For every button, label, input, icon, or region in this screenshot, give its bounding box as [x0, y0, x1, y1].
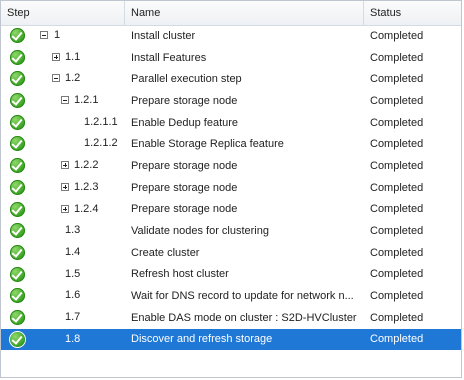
step-status: Completed: [370, 116, 424, 129]
step-name: Parallel execution step: [131, 73, 242, 86]
table-row[interactable]: 1.2.4 Prepare storage node Completed: [1, 199, 461, 221]
step-number: 1.2.4: [74, 202, 99, 215]
step-status: Completed: [370, 138, 424, 151]
collapse-icon[interactable]: [40, 31, 48, 39]
table-row[interactable]: 1.1 Install Features Completed: [1, 47, 461, 69]
step-status: Completed: [370, 333, 424, 346]
check-circle-icon: [10, 49, 25, 65]
table-row[interactable]: 1.2.1 Prepare storage node Completed: [1, 90, 461, 112]
table-row[interactable]: 1.2 Parallel execution step Completed: [1, 68, 461, 90]
table-row[interactable]: 1.2.2 Prepare storage node Completed: [1, 155, 461, 177]
check-circle-icon: [10, 288, 25, 304]
step-name: Prepare storage node: [131, 94, 238, 107]
table-row[interactable]: 1.7 Enable DAS mode on cluster : S2D-HVCl…: [1, 307, 461, 329]
step-number: 1.2.1.2: [84, 137, 118, 150]
check-circle-icon: [10, 331, 25, 347]
check-circle-icon: [10, 266, 25, 282]
step-name: Create cluster: [131, 246, 200, 259]
job-steps-grid: Step Name Status 1 Install cluster Complet…: [0, 0, 462, 378]
step-name: Wait for DNS record to update for networ…: [131, 290, 354, 303]
check-circle-icon: [10, 201, 25, 217]
collapse-icon[interactable]: [61, 96, 69, 105]
step-name: Enable Storage Replica feature: [131, 138, 284, 151]
check-circle-icon: [10, 114, 25, 130]
step-number: 1.8: [65, 332, 81, 345]
column-header-step[interactable]: Step: [1, 1, 125, 25]
step-status: Completed: [370, 225, 424, 238]
check-circle-icon: [10, 93, 25, 109]
table-row[interactable]: 1 Install cluster Completed: [1, 25, 461, 47]
step-number: 1.2: [65, 72, 81, 85]
table-row[interactable]: 1.2.3 Prepare storage node Completed: [1, 177, 461, 199]
step-number: 1.2.2: [74, 159, 99, 172]
expand-icon[interactable]: [61, 161, 69, 170]
check-circle-icon: [10, 309, 25, 325]
check-circle-icon: [10, 223, 25, 239]
step-number: 1.6: [65, 289, 81, 302]
check-circle-icon: [10, 158, 25, 174]
step-status: Completed: [370, 268, 424, 281]
grid-rows: 1 Install cluster Completed 1.1 Install Fea…: [1, 25, 461, 351]
step-name: Refresh host cluster: [131, 268, 229, 281]
expand-icon[interactable]: [61, 204, 69, 213]
step-status: Completed: [370, 311, 424, 324]
step-number: 1: [54, 29, 61, 41]
step-status: Completed: [370, 246, 424, 259]
table-row[interactable]: 1.2.1.2 Enable Storage Replica feature Com…: [1, 133, 461, 155]
table-row[interactable]: 1.3 Validate nodes for clustering Complete…: [1, 220, 461, 242]
step-name: Install cluster: [131, 29, 196, 42]
step-number: 1.1: [65, 50, 81, 63]
step-number: 1.7: [65, 310, 81, 323]
check-circle-icon: [10, 28, 25, 43]
table-row[interactable]: 1.5 Refresh host cluster Completed: [1, 264, 461, 286]
step-number: 1.2.3: [74, 180, 99, 193]
step-name: Prepare storage node: [131, 203, 238, 216]
step-status: Completed: [370, 290, 424, 303]
step-status: Completed: [370, 203, 424, 216]
check-circle-icon: [10, 71, 25, 87]
grid-header: Step Name Status: [1, 1, 461, 26]
step-name: Discover and refresh storage: [131, 333, 273, 346]
step-number: 1.5: [65, 267, 81, 280]
step-status: Completed: [370, 159, 424, 172]
step-number: 1.4: [65, 245, 81, 258]
step-name: Install Features: [131, 51, 207, 64]
step-number: 1.2.1: [74, 94, 99, 107]
collapse-icon[interactable]: [52, 74, 60, 83]
expand-icon[interactable]: [61, 182, 69, 191]
step-status: Completed: [370, 181, 424, 194]
table-row[interactable]: 1.6 Wait for DNS record to update for net…: [1, 285, 461, 307]
step-status: Completed: [370, 94, 424, 107]
step-name: Enable DAS mode on cluster : S2D-HVClust…: [131, 311, 357, 324]
step-number: 1.2.1.1: [84, 115, 118, 128]
column-header-status[interactable]: Status: [364, 1, 461, 25]
column-header-name[interactable]: Name: [125, 1, 364, 25]
check-circle-icon: [10, 244, 25, 260]
table-row[interactable]: 1.2.1.1 Enable Dedup feature Completed: [1, 112, 461, 134]
step-status: Completed: [370, 51, 424, 64]
step-status: Completed: [370, 29, 424, 42]
step-name: Prepare storage node: [131, 181, 238, 194]
step-name: Prepare storage node: [131, 159, 238, 172]
step-number: 1.3: [65, 224, 81, 237]
step-status: Completed: [370, 73, 424, 86]
check-circle-icon: [10, 179, 25, 195]
check-circle-icon: [10, 136, 25, 152]
step-name: Validate nodes for clustering: [131, 225, 269, 238]
table-row-selected[interactable]: 1.8 Discover and refresh storage Completed: [1, 328, 461, 351]
step-name: Enable Dedup feature: [131, 116, 239, 129]
expand-icon[interactable]: [52, 52, 60, 61]
table-row[interactable]: 1.4 Create cluster Completed: [1, 242, 461, 264]
